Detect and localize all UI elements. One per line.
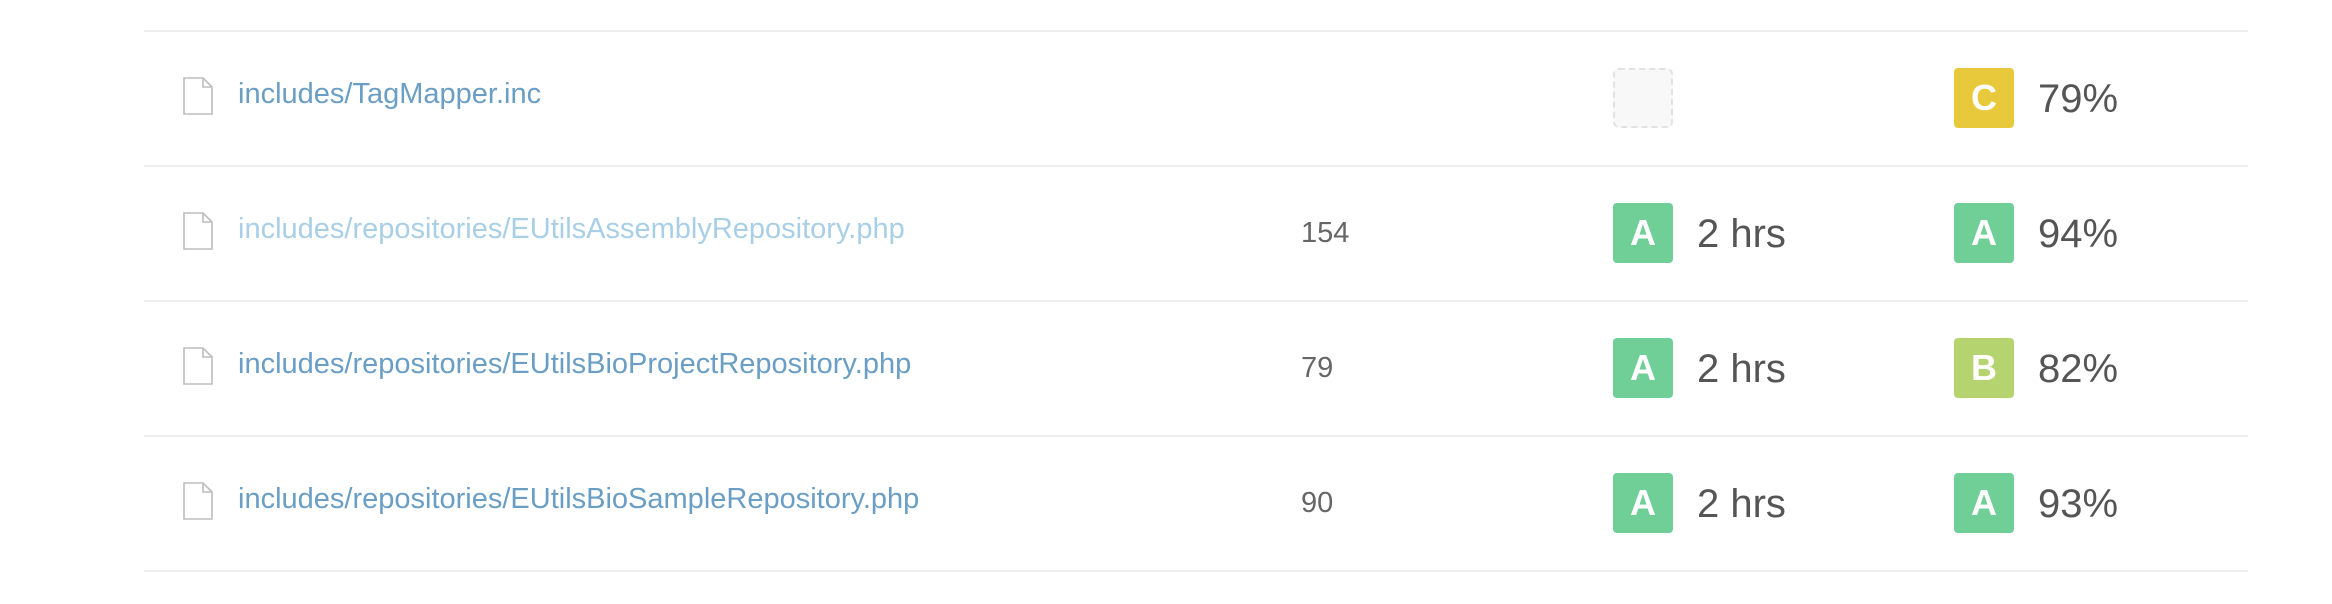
file-icon bbox=[183, 77, 213, 115]
file-icon bbox=[183, 482, 213, 520]
remediation-time: 2 hrs bbox=[1697, 212, 1786, 256]
file-path-link[interactable]: includes/repositories/EUtilsBioSampleRep… bbox=[238, 481, 919, 517]
coverage-grade-badge: C bbox=[1954, 68, 2014, 128]
remediation-time: 2 hrs bbox=[1697, 482, 1786, 526]
remediation-time: 2 hrs bbox=[1697, 347, 1786, 391]
table-row: includes/TagMapper.inc C 79% bbox=[144, 32, 2248, 167]
coverage-percent: 93% bbox=[2038, 482, 2119, 526]
table-row: includes/repositories/EUtilsBioProjectRe… bbox=[144, 302, 2248, 437]
coverage-percent: 79% bbox=[2038, 77, 2119, 121]
lines-of-code: 90 bbox=[1301, 487, 1334, 519]
file-icon bbox=[183, 347, 213, 385]
maintainability-grade-badge: A bbox=[1613, 203, 1673, 263]
coverage-percent: 82% bbox=[2038, 347, 2119, 391]
maintainability-grade-badge: A bbox=[1613, 473, 1673, 533]
table-row: includes/repositories/EUtilsAssemblyRepo… bbox=[144, 167, 2248, 302]
maintainability-grade-badge: A bbox=[1613, 338, 1673, 398]
lines-of-code: 154 bbox=[1301, 217, 1350, 249]
coverage-grade-badge: B bbox=[1954, 338, 2014, 398]
coverage-percent: 94% bbox=[2038, 212, 2119, 256]
maintainability-grade-empty bbox=[1613, 68, 1673, 128]
file-icon bbox=[183, 212, 213, 250]
lines-of-code: 79 bbox=[1301, 352, 1334, 384]
file-path-link[interactable]: includes/repositories/EUtilsAssemblyRepo… bbox=[238, 211, 905, 247]
table-row: includes/repositories/EUtilsBioSampleRep… bbox=[144, 437, 2248, 572]
file-list-table: includes/TagMapper.inc C 79% includes/re… bbox=[144, 30, 2248, 572]
file-path-link[interactable]: includes/TagMapper.inc bbox=[238, 76, 541, 112]
coverage-grade-badge: A bbox=[1954, 473, 2014, 533]
file-path-link[interactable]: includes/repositories/EUtilsBioProjectRe… bbox=[238, 346, 911, 382]
coverage-grade-badge: A bbox=[1954, 203, 2014, 263]
